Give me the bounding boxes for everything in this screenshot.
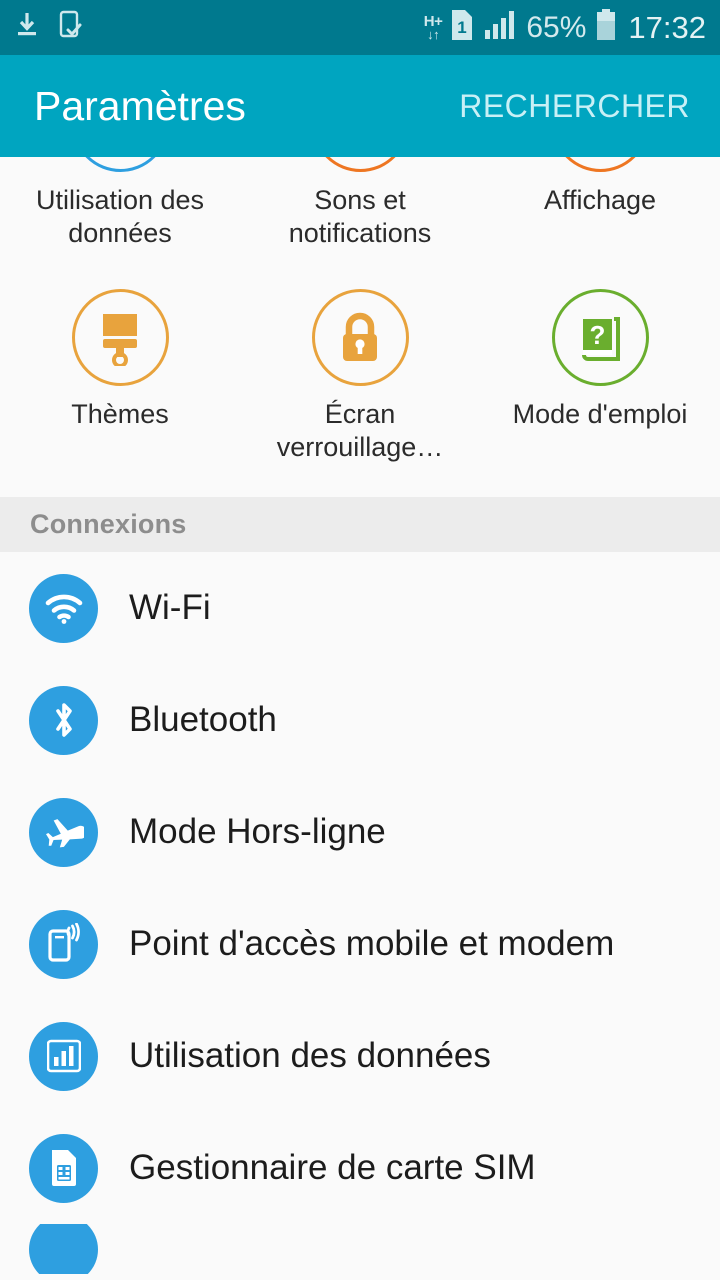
phone-check-icon [58, 10, 82, 45]
partial-icon [29, 1224, 98, 1274]
shortcut-label: Sons et notifications [288, 185, 432, 248]
sim-indicator-icon: 1 [449, 9, 475, 46]
clock-label: 17:32 [628, 9, 706, 45]
status-bar-right-icons: H+ ↓↑ 1 65% 17:32 [424, 9, 706, 46]
bluetooth-icon [29, 685, 98, 755]
book-question-icon: ? [551, 289, 649, 386]
svg-text:?: ? [590, 320, 606, 350]
list-item-bluetooth[interactable]: Bluetooth [0, 664, 720, 776]
list-item-data-usage[interactable]: Utilisation des données [0, 1000, 720, 1112]
svg-text:1: 1 [458, 18, 467, 37]
wifi-icon [29, 573, 98, 643]
shortcut-display[interactable]: Affichage [480, 157, 720, 279]
paintbrush-icon [71, 289, 169, 386]
shortcut-themes[interactable]: Thèmes [0, 289, 240, 491]
shortcut-grid-row: Utilisation des données Sons et notifica… [0, 157, 720, 279]
section-header-connexions: Connexions [0, 497, 720, 552]
shortcut-grid: Utilisation des données Sons et notifica… [0, 157, 720, 497]
shortcut-label: Affichage [543, 185, 657, 215]
data-usage-bars-icon [29, 1021, 98, 1091]
padlock-icon [311, 289, 409, 386]
data-arrows-icon: ↓↑ [427, 27, 440, 42]
battery-percent-label: 65% [526, 10, 587, 44]
list-item-label: Wi-Fi [129, 588, 211, 627]
list-item-airplane-mode[interactable]: Mode Hors-ligne [0, 776, 720, 888]
battery-icon [595, 9, 617, 46]
status-bar: H+ ↓↑ 1 65% 17:32 [0, 0, 720, 55]
list-item-wifi[interactable]: Wi-Fi [0, 552, 720, 664]
shortcut-lock-screen[interactable]: Écran verrouillage… [240, 289, 480, 491]
settings-list: Wi-Fi Bluetooth Mode Hors-ligne Point d'… [0, 552, 720, 1274]
shortcut-label: Mode d'emploi [512, 399, 688, 429]
shortcut-user-manual[interactable]: ? Mode d'emploi [480, 289, 720, 491]
list-item-label: Utilisation des données [129, 1036, 491, 1075]
network-type-icon: H+ ↓↑ [424, 14, 443, 42]
display-icon [551, 157, 649, 172]
data-usage-icon [71, 157, 169, 172]
list-item-label: Point d'accès mobile et modem [129, 924, 615, 963]
download-icon [14, 11, 40, 44]
signal-bars-icon [484, 10, 517, 45]
list-item-sim-card-manager[interactable]: Gestionnaire de carte SIM [0, 1112, 720, 1224]
list-item-label: Mode Hors-ligne [129, 812, 386, 851]
airplane-icon [29, 797, 98, 867]
sim-card-icon [29, 1133, 98, 1203]
shortcut-grid-row: Thèmes Écran verrouillage… ? Mode d'empl… [0, 279, 720, 491]
section-header-label: Connexions [30, 509, 187, 539]
shortcut-label: Thèmes [71, 399, 169, 429]
tethering-hotspot-icon [29, 909, 98, 979]
shortcut-label: Écran verrouillage… [276, 399, 444, 462]
app-bar: Paramètres RECHERCHER [0, 55, 720, 157]
sound-notifications-icon [311, 157, 409, 172]
list-item-label: Bluetooth [129, 700, 277, 739]
search-button[interactable]: RECHERCHER [459, 88, 690, 125]
settings-screen: H+ ↓↑ 1 65% 17:32 Paramètres RECHERCHER … [0, 0, 720, 1280]
shortcut-sounds-notifications[interactable]: Sons et notifications [240, 157, 480, 279]
list-item-label: Gestionnaire de carte SIM [129, 1148, 536, 1187]
shortcut-label: Utilisation des données [35, 185, 205, 248]
list-item-partial[interactable] [0, 1224, 720, 1274]
shortcut-data-usage[interactable]: Utilisation des données [0, 157, 240, 279]
page-title: Paramètres [34, 82, 246, 129]
list-item-hotspot-tethering[interactable]: Point d'accès mobile et modem [0, 888, 720, 1000]
status-bar-left-icons [14, 10, 82, 45]
